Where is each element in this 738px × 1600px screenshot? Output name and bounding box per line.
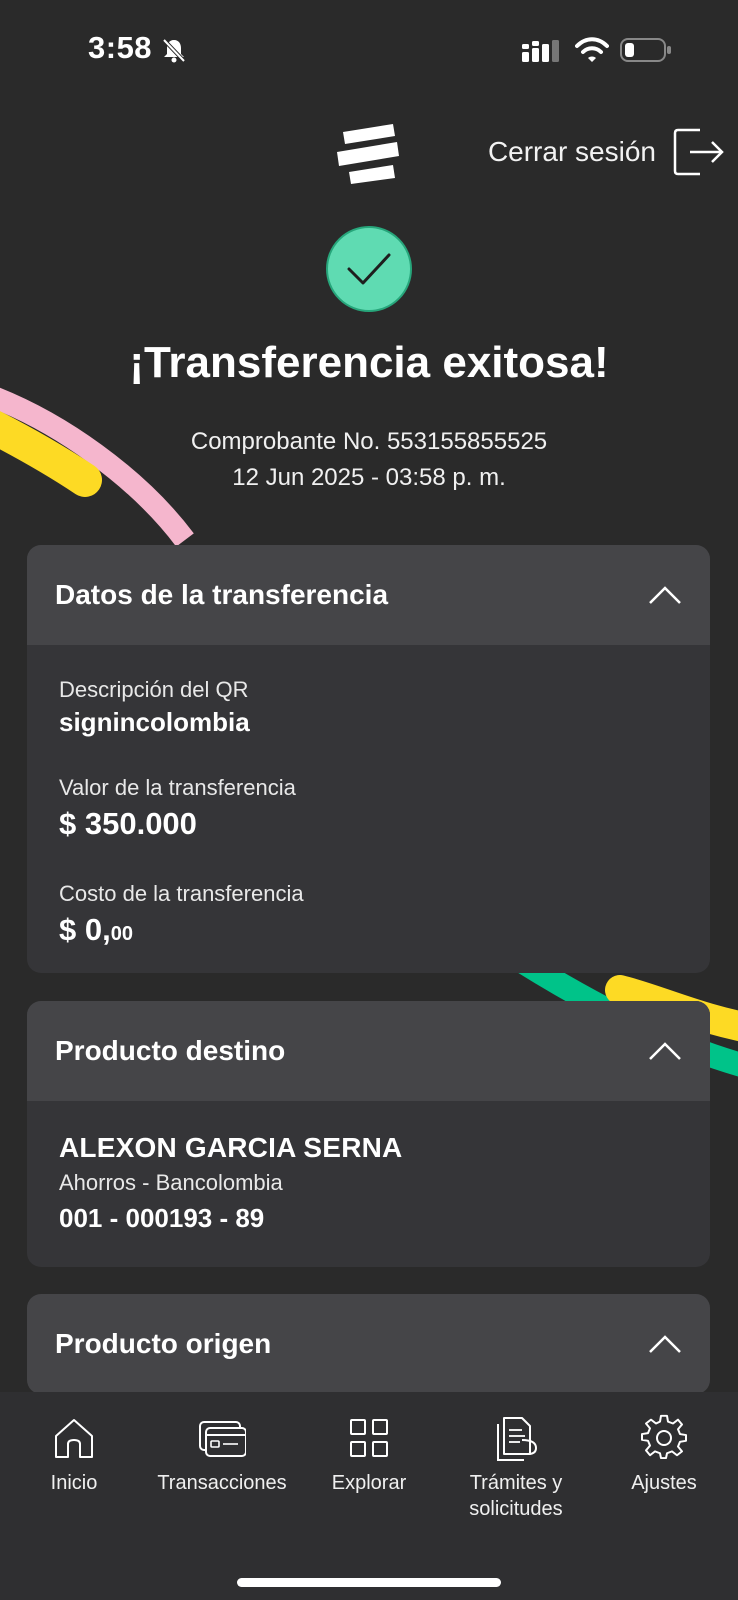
signal-icon [522, 40, 559, 62]
nav-item-tramites[interactable]: Trámites y solicitudes [442, 1414, 590, 1522]
nav-item-inicio[interactable]: Inicio [0, 1414, 148, 1496]
chevron-up-icon[interactable] [648, 1334, 682, 1354]
account-number: 001 - 000193 - 89 [59, 1203, 265, 1233]
nav-label: Transacciones [157, 1472, 287, 1494]
bell-off-icon [162, 38, 186, 63]
origin-product-header[interactable]: Producto origen [27, 1294, 710, 1394]
chevron-up-icon[interactable] [648, 1041, 682, 1061]
cost-cents: 00 [110, 923, 133, 945]
recipient-name: ALEXON GARCIA SERNA [59, 1132, 403, 1163]
check-circle-icon [326, 226, 412, 312]
home-icon [55, 1419, 93, 1458]
destination-product-card: Producto destino ALEXON GARCIA SERNA Aho… [27, 1001, 710, 1267]
receipt-number: Comprobante No. 553155855525 [190, 428, 548, 455]
card-title: Producto origen [55, 1328, 272, 1359]
field-value: $ 0,00 [59, 909, 678, 955]
card-icon [199, 1421, 246, 1457]
destination-product-header[interactable]: Producto destino [27, 1001, 710, 1101]
bottom-navigation: Inicio Transacciones Explorar Trámites y… [0, 1392, 738, 1600]
field-label: Costo de la transferencia [59, 881, 304, 906]
home-indicator[interactable] [237, 1578, 501, 1587]
transfer-data-card: Datos de la transferencia Descripción de… [27, 545, 710, 973]
wifi-icon [575, 37, 609, 62]
transfer-amount-field: Valor de la transferencia $ 350.000 [59, 773, 678, 845]
field-value: $ 350.000 [59, 806, 197, 841]
logout-label: Cerrar sesión [487, 136, 656, 167]
success-title: ¡Transferencia exitosa! [129, 338, 609, 387]
card-title: Producto destino [55, 1035, 286, 1066]
field-label: Descripción del QR [59, 677, 249, 702]
receipt-info: Comprobante No. 553155855525 12 Jun 2025… [0, 424, 738, 496]
receipt-datetime: 12 Jun 2025 - 03:58 p. m. [232, 464, 506, 491]
logout-button[interactable]: Cerrar sesión [488, 127, 726, 177]
nav-item-transacciones[interactable]: Transacciones [148, 1414, 296, 1496]
nav-label: Trámites y solicitudes [469, 1472, 563, 1520]
battery-icon [620, 38, 671, 62]
chevron-up-icon[interactable] [648, 585, 682, 605]
field-label: Valor de la transferencia [59, 775, 296, 800]
account-type: Ahorros - Bancolombia [59, 1170, 283, 1195]
grid-icon [350, 1419, 388, 1457]
bancolombia-logo-icon [337, 124, 399, 184]
nav-label: Ajustes [631, 1472, 697, 1494]
cost-amount: $ 0, [59, 912, 111, 947]
transfer-cost-field: Costo de la transferencia $ 0,00 [59, 879, 678, 955]
document-icon [497, 1417, 538, 1461]
nav-label: Explorar [331, 1472, 407, 1494]
nav-item-ajustes[interactable]: Ajustes [590, 1414, 738, 1496]
status-time: 3:58 [88, 30, 153, 65]
transfer-data-header[interactable]: Datos de la transferencia [27, 545, 710, 645]
status-bar: 3:58 [0, 0, 738, 100]
qr-description-field: Descripción del QR signincolombia [59, 675, 678, 739]
header: Cerrar sesión [0, 115, 738, 195]
logout-icon [673, 128, 724, 176]
origin-product-card: Producto origen [27, 1294, 710, 1394]
card-title: Datos de la transferencia [55, 579, 389, 610]
nav-label: Inicio [50, 1472, 98, 1494]
nav-item-explorar[interactable]: Explorar [295, 1414, 443, 1496]
field-value: signincolombia [59, 707, 250, 737]
gear-icon [641, 1414, 687, 1460]
